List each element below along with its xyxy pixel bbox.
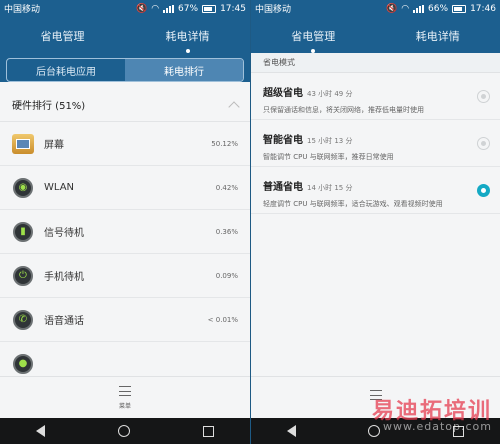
mode-radio[interactable] <box>477 90 490 103</box>
partial-item-icon: ● <box>12 353 34 375</box>
list-item[interactable]: 屏幕 50.12% <box>0 122 250 166</box>
item-percent: 0.36% <box>215 227 238 236</box>
back-icon[interactable] <box>36 425 46 437</box>
segment-control: 后台耗电应用 耗电排行 <box>6 58 244 82</box>
chevron-up-icon <box>228 100 240 113</box>
right-screen: 中国移动 🔇 ◠ 66% 17:46 省电管理 耗电详情 省电模式 超级省电 43… <box>250 0 500 444</box>
tab-power-details[interactable]: 耗电详情 <box>125 26 250 53</box>
tab-power-details[interactable]: 耗电详情 <box>376 26 500 44</box>
mode-smart-saving[interactable]: 智能省电 15 小时 13 分 智能调节 CPU 与联网频率，推荐日常使用 <box>251 120 500 167</box>
wlan-icon: ◉ <box>12 177 34 199</box>
item-percent: 0.42% <box>215 183 238 192</box>
item-name: 语音通话 <box>44 316 84 327</box>
navigation-bar <box>0 418 250 444</box>
clock: 17:46 <box>470 3 496 14</box>
mode-title: 普通省电 <box>263 182 303 193</box>
screenshot-pair: 中国移动 🔇 ◠ 67% 17:45 省电管理 耗电详情 后台耗电应用 耗电排行 <box>0 0 500 444</box>
home-icon[interactable] <box>117 425 130 437</box>
wifi-icon: ◠ <box>151 3 160 14</box>
mode-duration: 14 小时 15 分 <box>307 184 353 192</box>
item-name: 手机待机 <box>44 272 84 283</box>
recents-icon[interactable] <box>202 425 214 437</box>
item-percent: 50.12% <box>211 139 238 148</box>
right-header: 中国移动 🔇 ◠ 66% 17:46 省电管理 耗电详情 <box>251 0 500 53</box>
signal-icon <box>413 4 425 13</box>
watermark-url: www.edatop.com <box>383 420 492 433</box>
item-name: 信号待机 <box>44 228 84 239</box>
home-icon[interactable] <box>368 425 381 437</box>
mode-radio-selected[interactable] <box>477 184 490 197</box>
signal-icon <box>163 4 175 13</box>
status-bar: 中国移动 🔇 ◠ 66% 17:46 <box>251 0 500 17</box>
segment-power-ranking[interactable]: 耗电排行 <box>125 59 243 81</box>
mode-duration: 43 小时 49 分 <box>307 90 353 98</box>
status-bar: 中国移动 🔇 ◠ 67% 17:45 <box>0 0 250 17</box>
mode-description: 智能调节 CPU 与联网频率，推荐日常使用 <box>263 153 394 161</box>
tab-power-management[interactable]: 省电管理 <box>0 26 125 44</box>
mute-icon: 🔇 <box>135 3 148 14</box>
status-icons: 🔇 ◠ 66% 17:46 <box>386 4 496 14</box>
battery-icon <box>452 4 467 13</box>
power-icon: ⏻ <box>12 265 34 287</box>
mode-title: 智能省电 <box>263 135 303 146</box>
mode-description: 轻度调节 CPU 与联网频率，适合玩游戏、观看视频时使用 <box>263 200 443 208</box>
mode-section-title: 省电模式 <box>251 53 500 73</box>
battery-percent: 67% <box>178 3 199 14</box>
mode-duration: 15 小时 13 分 <box>307 137 353 145</box>
mode-normal-saving[interactable]: 普通省电 14 小时 15 分 轻度调节 CPU 与联网频率，适合玩游戏、观看视频… <box>251 167 500 214</box>
mute-icon: 🔇 <box>385 3 398 14</box>
mode-super-saving[interactable]: 超级省电 43 小时 49 分 只保留通话和信息，将关闭网络，推荐低电量时使用 <box>251 73 500 120</box>
section-title: 硬件排行 (51%) <box>12 101 86 112</box>
menu-label: 菜单 <box>118 402 131 410</box>
list-item[interactable]: ◉ WLAN 0.42% <box>0 166 250 210</box>
menu-button[interactable]: 菜单 <box>0 376 250 418</box>
item-name: WLAN <box>44 182 75 193</box>
signal-icon: ▮ <box>12 221 34 243</box>
phone-icon: ✆ <box>12 309 34 331</box>
tab-power-management[interactable]: 省电管理 <box>251 26 376 53</box>
main-tabs: 省电管理 耗电详情 <box>0 17 250 53</box>
wifi-icon: ◠ <box>401 3 410 14</box>
left-header: 中国移动 🔇 ◠ 67% 17:45 省电管理 耗电详情 后台耗电应用 耗电排行 <box>0 0 250 82</box>
mode-radio[interactable] <box>477 137 490 150</box>
item-percent: < 0.01% <box>207 315 238 324</box>
item-percent: 0.09% <box>215 271 238 280</box>
battery-percent: 66% <box>428 3 449 14</box>
back-icon[interactable] <box>287 425 297 437</box>
status-icons: 🔇 ◠ 67% 17:45 <box>136 4 246 14</box>
clock: 17:45 <box>220 3 246 14</box>
left-screen: 中国移动 🔇 ◠ 67% 17:45 省电管理 耗电详情 后台耗电应用 耗电排行 <box>0 0 250 444</box>
mode-description: 只保留通话和信息，将关闭网络，推荐低电量时使用 <box>263 106 424 114</box>
item-name: 屏幕 <box>44 140 64 151</box>
list-item[interactable]: ▮ 信号待机 0.36% <box>0 210 250 254</box>
carrier-label: 中国移动 <box>255 5 292 15</box>
menu-icon <box>119 385 131 396</box>
mode-title: 超级省电 <box>263 88 303 99</box>
screen-icon <box>12 133 34 155</box>
battery-icon <box>202 4 217 13</box>
hardware-ranking-header[interactable]: 硬件排行 (51%) <box>0 88 250 122</box>
list-item[interactable]: ⏻ 手机待机 0.09% <box>0 254 250 298</box>
carrier-label: 中国移动 <box>4 5 41 15</box>
list-item[interactable]: ✆ 语音通话 < 0.01% <box>0 298 250 342</box>
segment-background-apps[interactable]: 后台耗电应用 <box>7 59 125 81</box>
main-tabs: 省电管理 耗电详情 <box>251 17 500 53</box>
